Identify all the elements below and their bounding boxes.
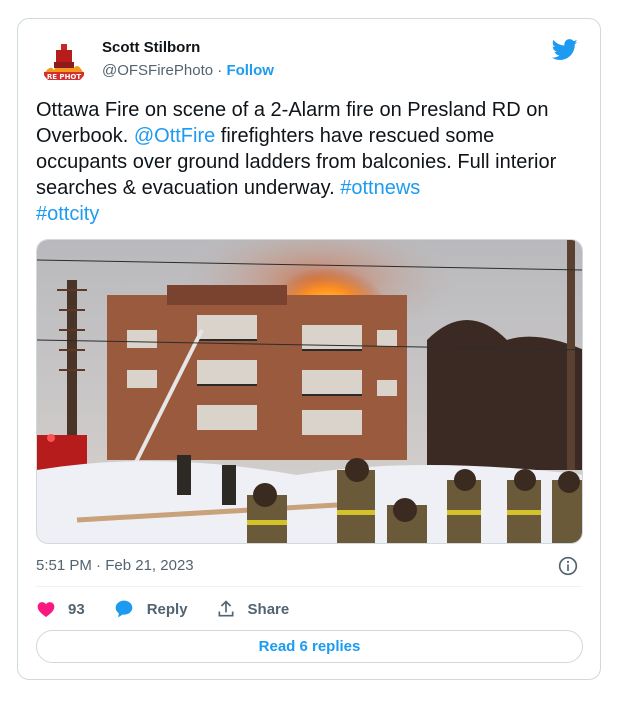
tweet-media-photo[interactable] <box>36 239 583 544</box>
fire-logo-avatar-icon: RE PHOT <box>40 38 88 86</box>
author-handle-line: @OFSFirePhoto · Follow <box>102 62 274 79</box>
divider <box>36 586 582 587</box>
speech-bubble-icon <box>115 600 133 618</box>
tweet-text: Ottawa Fire on scene of a 2-Alarm fire o… <box>36 97 586 227</box>
mention-link[interactable]: @OttFire <box>134 125 215 147</box>
twitter-bird-icon[interactable] <box>552 39 578 61</box>
like-count: 93 <box>68 600 85 618</box>
read-replies-button[interactable]: Read 6 replies <box>36 630 583 663</box>
handle-separator: · <box>217 62 223 79</box>
info-icon[interactable] <box>558 556 578 576</box>
tweet-timestamp[interactable]: 5:51 PM · Feb 21, 2023 <box>36 557 194 574</box>
heart-icon <box>37 602 55 617</box>
follow-button[interactable]: Follow <box>226 62 274 79</box>
tweet-date: Feb 21, 2023 <box>105 557 194 574</box>
hashtag-ottnews[interactable]: #ottnews <box>340 177 420 199</box>
tweet-card[interactable]: RE PHOT Scott Stilborn @OFSFirePhoto · F… <box>17 18 601 680</box>
svg-text:RE PHOT: RE PHOT <box>47 73 82 81</box>
author-avatar[interactable]: RE PHOT <box>40 38 88 86</box>
reply-button[interactable]: Reply <box>113 599 188 619</box>
author-handle[interactable]: @OFSFirePhoto <box>102 62 213 79</box>
share-button[interactable]: Share <box>216 599 290 619</box>
share-upload-icon <box>218 600 234 617</box>
hashtag-ottcity[interactable]: #ottcity <box>36 203 99 225</box>
action-bar: 93 Reply Share <box>36 597 317 621</box>
fire-scene-photo <box>37 240 582 543</box>
like-button[interactable]: 93 <box>36 599 85 619</box>
timestamp-separator: · <box>96 557 102 574</box>
reply-label: Reply <box>146 600 188 618</box>
author-name[interactable]: Scott Stilborn <box>102 39 200 56</box>
tweet-time: 5:51 PM <box>36 557 92 574</box>
share-label: Share <box>247 600 290 618</box>
